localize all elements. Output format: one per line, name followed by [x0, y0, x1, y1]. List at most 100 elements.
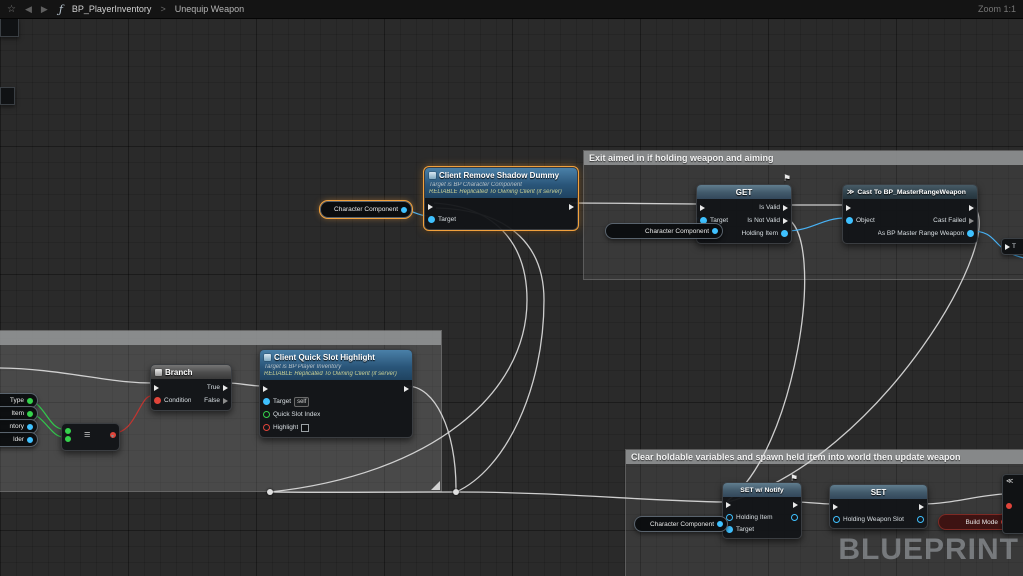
node-header[interactable]: Client Remove Shadow Dummy Target is BP … — [425, 168, 577, 198]
node-header[interactable]: SET — [830, 485, 927, 499]
comment-header[interactable]: Clear holdable variables and spawn held … — [626, 450, 1023, 464]
exec-in-pin[interactable] — [846, 205, 851, 211]
output-value-pin[interactable] — [791, 514, 798, 521]
output-pin[interactable] — [27, 411, 33, 417]
node-equal[interactable]: ≡ ▾ — [61, 423, 120, 451]
input-b-pin[interactable] — [65, 436, 71, 442]
node-icon: ≪ — [1006, 477, 1013, 485]
variable-get-build-mode[interactable]: Build Mode — [938, 514, 1012, 530]
node-set-with-notify[interactable]: SET w/ Notify Holding Item Target — [722, 482, 802, 539]
variable-label: Build Mode — [965, 519, 998, 526]
condition-pin[interactable] — [154, 397, 161, 404]
variable-get-edge-4[interactable]: lder — [0, 432, 38, 447]
node-title: SET — [871, 488, 887, 497]
node-edge-top-left-1[interactable] — [0, 18, 19, 37]
exec-out-pin[interactable] — [969, 205, 974, 211]
exec-in-pin[interactable] — [1005, 244, 1010, 250]
comment-header[interactable] — [0, 331, 441, 345]
false-exec-pin[interactable] — [223, 398, 228, 404]
reroute-node[interactable] — [267, 489, 273, 495]
node-header[interactable]: GET — [697, 185, 791, 199]
exec-out-pin[interactable] — [404, 386, 409, 392]
output-pin[interactable] — [717, 521, 723, 527]
object-pin[interactable] — [846, 217, 853, 224]
exec-in-pin[interactable] — [726, 502, 731, 508]
comment-resize-handle[interactable] — [431, 481, 440, 490]
bookmark-flag-icon[interactable]: ⚑ — [790, 473, 798, 484]
rpc-icon — [264, 354, 271, 361]
blueprint-editor-window: ☆ ◀ ▶ ƒ BP_PlayerInventory > Unequip Wea… — [0, 0, 1023, 576]
node-edge-right-top[interactable]: T — [1001, 238, 1023, 255]
node-set-holding-weapon-slot[interactable]: SET Holding Weapon Slot — [829, 484, 928, 529]
pin-label: True — [207, 384, 220, 391]
node-title: GET — [736, 188, 752, 197]
node-client-remove-shadow-dummy[interactable]: Client Remove Shadow Dummy Target is BP … — [424, 167, 578, 230]
node-header[interactable]: Branch — [151, 365, 231, 379]
true-exec-pin[interactable] — [223, 385, 228, 391]
graph-canvas[interactable]: Exit aimed in if holding weapon and aimi… — [0, 18, 1023, 576]
node-title: Client Quick Slot Highlight — [274, 353, 375, 362]
variable-get-character-component[interactable]: Character Component — [320, 201, 412, 218]
input-a-pin[interactable] — [65, 428, 71, 434]
breadcrumb-root[interactable]: BP_PlayerInventory — [72, 4, 152, 14]
node-header[interactable]: Client Quick Slot Highlight Target is BP… — [260, 350, 412, 380]
holding-weapon-slot-pin[interactable] — [833, 516, 840, 523]
highlight-checkbox[interactable] — [301, 424, 309, 432]
variable-get-character-component[interactable]: Character Component — [605, 223, 723, 239]
node-header[interactable]: ≫Cast To BP_MasterRangeWeapon — [843, 185, 977, 199]
output-value-pin[interactable] — [917, 516, 924, 523]
output-pin[interactable] — [27, 398, 33, 404]
is-valid-exec-pin[interactable] — [783, 205, 788, 211]
function-icon: ƒ — [59, 3, 63, 16]
variable-label: Character Component — [650, 521, 714, 528]
variable-get-character-component[interactable]: Character Component — [634, 516, 728, 532]
equal-icon: ≡ — [84, 429, 90, 441]
target-pin[interactable] — [263, 398, 270, 405]
nav-back-icon[interactable]: ◀ — [25, 4, 32, 15]
variable-label: Item — [11, 410, 24, 417]
pin-label: Holding Item — [742, 230, 779, 237]
exec-in-pin[interactable] — [263, 386, 268, 392]
pin-label: False — [204, 397, 220, 404]
output-pin[interactable] — [401, 207, 407, 213]
cast-icon: ≫ — [847, 188, 854, 196]
node-client-quick-slot-highlight[interactable]: Client Quick Slot Highlight Target is BP… — [259, 349, 413, 438]
self-default-value: self — [294, 397, 309, 407]
exec-out-pin[interactable] — [569, 204, 574, 210]
chevron-down-icon[interactable]: ▾ — [111, 433, 114, 440]
node-cast-to-bp-masterrangeweapon[interactable]: ≫Cast To BP_MasterRangeWeapon ObjectCast… — [842, 184, 978, 244]
as-master-range-weapon-pin[interactable] — [967, 230, 974, 237]
node-title: Cast To BP_MasterRangeWeapon — [857, 189, 966, 196]
node-edge-right-bottom[interactable]: ≪ — [1002, 474, 1023, 534]
exec-out-pin[interactable] — [793, 502, 798, 508]
highlight-pin[interactable] — [263, 424, 270, 431]
node-branch[interactable]: Branch True ConditionFalse — [150, 364, 232, 411]
reroute-node[interactable] — [453, 489, 459, 495]
exec-in-pin[interactable] — [428, 204, 433, 210]
bookmark-star-icon[interactable]: ☆ — [7, 4, 16, 15]
output-pin[interactable] — [27, 424, 33, 430]
pin-label: Is Not Valid — [747, 217, 780, 224]
blueprint-watermark: BLUEPRINT — [838, 533, 1019, 567]
variable-label: ntory — [10, 423, 24, 430]
node-header[interactable]: SET w/ Notify — [723, 483, 801, 497]
nav-forward-icon[interactable]: ▶ — [41, 4, 48, 15]
exec-in-pin[interactable] — [833, 504, 838, 510]
output-pin[interactable] — [27, 437, 33, 443]
exec-in-pin[interactable] — [154, 385, 159, 391]
comment-header[interactable]: Exit aimed in if holding weapon and aimi… — [584, 151, 1023, 165]
is-not-valid-exec-pin[interactable] — [783, 218, 788, 224]
input-pin[interactable] — [1006, 503, 1012, 509]
quick-slot-index-pin[interactable] — [263, 411, 270, 418]
cast-failed-exec-pin[interactable] — [969, 218, 974, 224]
holding-item-pin[interactable] — [781, 230, 788, 237]
node-edge-top-left-2[interactable] — [0, 87, 15, 105]
pin-label: Highlight — [273, 424, 298, 431]
pin-label: Cast Failed — [933, 217, 966, 224]
target-pin[interactable] — [428, 216, 435, 223]
output-pin[interactable] — [712, 228, 718, 234]
exec-in-pin[interactable] — [700, 205, 705, 211]
bookmark-flag-icon[interactable]: ⚑ — [783, 173, 791, 184]
graph-toolbar: ☆ ◀ ▶ ƒ BP_PlayerInventory > Unequip Wea… — [0, 0, 1023, 19]
exec-out-pin[interactable] — [919, 504, 924, 510]
